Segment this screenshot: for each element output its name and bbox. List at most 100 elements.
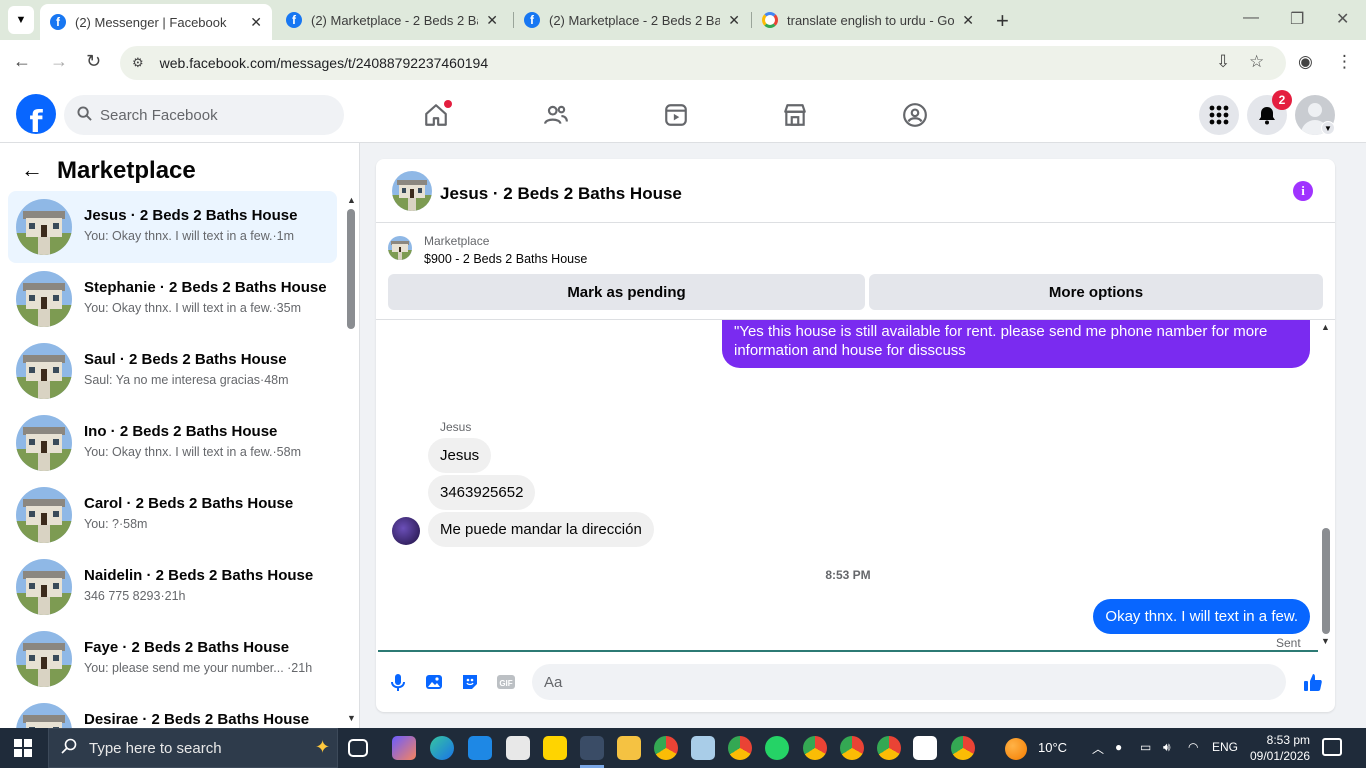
listing-small-thumbnail[interactable] [388, 236, 412, 260]
address-bar[interactable]: ⚙ web.facebook.com/messages/t/2408879223… [120, 46, 1286, 80]
edge-icon[interactable] [430, 736, 454, 760]
close-tab-icon[interactable]: ✕ [962, 12, 974, 29]
conversation-item[interactable]: Desirae · 2 Beds 2 Baths House [8, 695, 337, 728]
gif-icon[interactable]: GIF [495, 671, 517, 693]
tab-google-translate[interactable]: translate english to urdu - Goo ✕ [752, 0, 984, 40]
message-input-box[interactable] [532, 664, 1286, 700]
conversation-item[interactable]: Ino · 2 Beds 2 Baths House You: Okay thnx… [8, 407, 337, 479]
incoming-message-bubble[interactable]: Jesus [428, 438, 492, 473]
outgoing-message-bubble[interactable]: Okay thnx. I will text in a few. [1093, 599, 1310, 634]
battery-icon[interactable]: ▭ [1140, 740, 1151, 754]
close-tab-icon[interactable]: ✕ [486, 12, 498, 29]
sidebar-scrollbar[interactable] [347, 209, 355, 329]
marketplace-icon[interactable] [782, 102, 808, 128]
scroll-up-arrow-icon[interactable]: ▲ [1321, 322, 1330, 332]
sticky-notes-icon[interactable] [543, 736, 567, 760]
microphone-icon[interactable] [387, 671, 409, 693]
listing-title[interactable]: $900 - 2 Beds 2 Baths House [424, 252, 587, 266]
friends-icon[interactable] [543, 102, 569, 128]
whatsapp-icon[interactable] [765, 736, 789, 760]
info-icon[interactable]: i [1293, 181, 1313, 201]
notepad-icon[interactable] [691, 736, 715, 760]
facebook-logo[interactable]: f [16, 94, 56, 134]
close-tab-icon[interactable]: ✕ [728, 12, 740, 29]
outlook-icon[interactable] [468, 736, 492, 760]
windows-start-icon[interactable] [14, 739, 32, 757]
tab-title: (2) Marketplace - 2 Beds 2 Bath [311, 12, 479, 28]
task-view-icon[interactable] [348, 739, 368, 757]
outgoing-message-bubble[interactable]: "Yes this house is still available for r… [722, 320, 1310, 368]
conversation-item[interactable]: Stephanie · 2 Beds 2 Baths House You: Oka… [8, 263, 337, 335]
video-icon[interactable] [663, 102, 689, 128]
bookmark-star-icon[interactable]: ☆ [1249, 52, 1264, 72]
photo-icon[interactable] [423, 671, 445, 693]
chrome-profile-icon[interactable] [951, 736, 975, 760]
site-info-icon[interactable]: ⚙ [132, 55, 144, 71]
conversation-item[interactable]: Saul · 2 Beds 2 Baths House Saul: Ya no m… [8, 335, 337, 407]
weather-icon[interactable] [1005, 738, 1027, 760]
store-icon[interactable] [506, 736, 530, 760]
sticker-icon[interactable] [459, 671, 481, 693]
sender-avatar[interactable] [392, 517, 420, 545]
copilot-icon[interactable] [392, 736, 416, 760]
show-hidden-icons-icon[interactable]: ︿ [1092, 740, 1104, 757]
conversation-item[interactable]: Naidelin · 2 Beds 2 Baths House 346 775 8… [8, 551, 337, 623]
conversation-item[interactable]: Carol · 2 Beds 2 Baths House You: ?·58m [8, 479, 337, 551]
tab-marketplace-1[interactable]: f (2) Marketplace - 2 Beds 2 Bath ✕ [276, 0, 508, 40]
file-explorer-icon[interactable] [617, 736, 641, 760]
like-icon[interactable] [1302, 671, 1324, 693]
back-icon[interactable]: ← [13, 51, 31, 72]
chrome-profile-icon[interactable] [840, 736, 864, 760]
new-tab-button[interactable]: + [996, 8, 1009, 34]
volume-icon[interactable]: 🔊︎ [1163, 740, 1171, 755]
reload-icon[interactable]: ↻ [86, 51, 101, 72]
taskbar-search-box[interactable]: Type here to search ✦ [48, 728, 338, 768]
search-input[interactable] [100, 106, 320, 124]
tab-list-button[interactable]: ▼ [8, 6, 34, 34]
search-icon [77, 105, 92, 125]
mark-as-pending-button[interactable]: Mark as pending [388, 274, 865, 310]
menu-grid-button[interactable] [1199, 95, 1239, 135]
capcut-icon[interactable] [913, 736, 937, 760]
tab-marketplace-2[interactable]: f (2) Marketplace - 2 Beds 2 Bath ✕ [514, 0, 750, 40]
system-clock[interactable]: 8:53 pm 09/01/2026 [1250, 732, 1310, 764]
back-arrow-icon[interactable]: ← [21, 157, 43, 183]
app-tray-icon[interactable]: ● [1115, 740, 1122, 754]
incoming-message-bubble[interactable]: 3463925652 [428, 475, 536, 510]
chrome-icon[interactable] [654, 736, 678, 760]
chat-title[interactable]: Jesus · 2 Beds 2 Baths House [440, 184, 682, 204]
scroll-down-arrow-icon[interactable]: ▼ [347, 713, 356, 723]
facebook-search-box[interactable] [64, 95, 344, 135]
menu-kebab-icon[interactable]: ⋮ [1336, 52, 1353, 72]
minimize-icon[interactable]: — [1243, 9, 1259, 27]
conversation-item[interactable]: Jesus · 2 Beds 2 Baths House You: Okay th… [8, 191, 337, 263]
wifi-icon[interactable]: ◠ [1188, 740, 1198, 754]
language-indicator[interactable]: ENG [1212, 740, 1238, 754]
chrome-profile-icon[interactable] [728, 736, 752, 760]
chat-scrollbar[interactable] [1322, 528, 1330, 634]
more-options-button[interactable]: More options [869, 274, 1323, 310]
close-window-icon[interactable]: ✕ [1336, 9, 1349, 29]
weather-temperature[interactable]: 10°C [1038, 740, 1067, 755]
conversation-item[interactable]: Faye · 2 Beds 2 Baths House You: please s… [8, 623, 337, 695]
install-app-icon[interactable]: ⇩ [1216, 52, 1230, 72]
restore-icon[interactable]: ❐ [1290, 9, 1304, 29]
listing-thumbnail[interactable] [392, 171, 432, 211]
google-favicon-icon [762, 12, 778, 28]
pinned-app-icon[interactable] [580, 736, 604, 760]
chrome-profile-icon[interactable] [877, 736, 901, 760]
message-input[interactable] [544, 673, 1224, 691]
incoming-message-bubble[interactable]: Me puede mandar la dirección [428, 512, 654, 547]
profile-icon[interactable]: ◉ [1298, 52, 1313, 72]
close-tab-icon[interactable]: ✕ [250, 14, 262, 31]
forward-icon[interactable]: → [50, 51, 68, 72]
notification-center-icon[interactable] [1322, 738, 1342, 756]
url-text[interactable]: web.facebook.com/messages/t/240887922374… [160, 55, 488, 71]
listing-thumbnail [16, 703, 72, 728]
scroll-up-arrow-icon[interactable]: ▲ [347, 195, 356, 205]
chevron-down-icon[interactable]: ▼ [1321, 121, 1335, 135]
chrome-profile-icon[interactable] [803, 736, 827, 760]
groups-icon[interactable] [902, 102, 928, 128]
tab-messenger[interactable]: f (2) Messenger | Facebook ✕ [40, 4, 272, 40]
scroll-down-arrow-icon[interactable]: ▼ [1321, 636, 1330, 646]
